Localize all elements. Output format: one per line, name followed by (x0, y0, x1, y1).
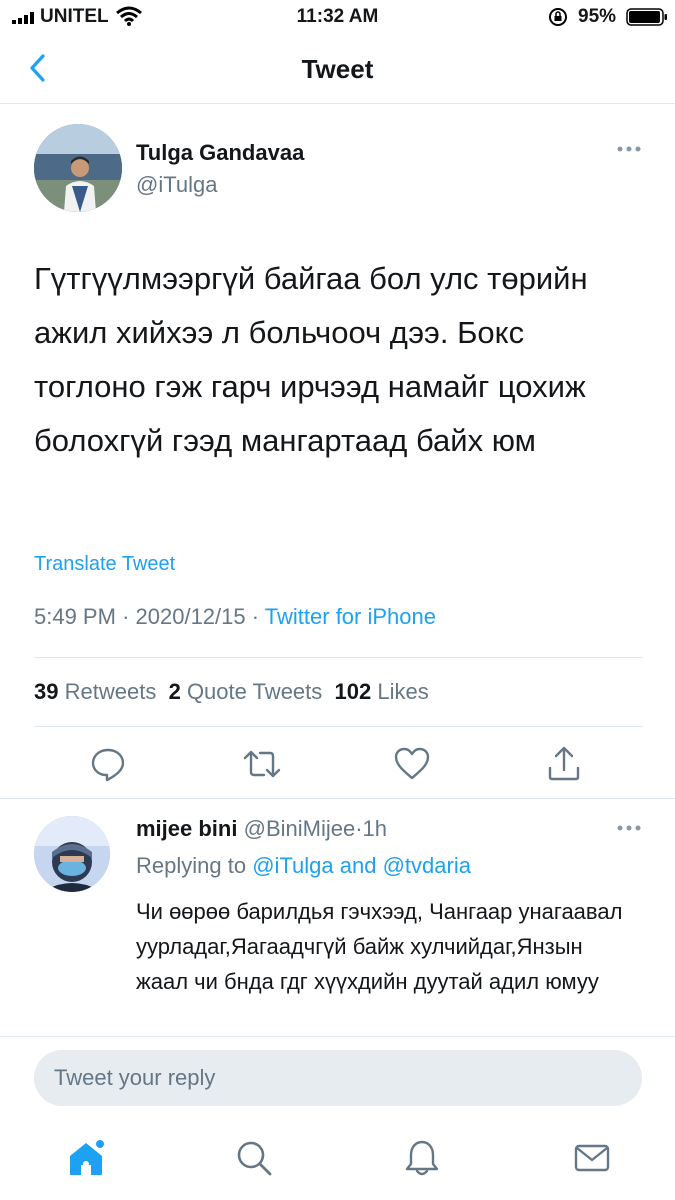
likes-label[interactable]: Likes (377, 679, 428, 704)
reply-author-name[interactable]: mijee bini (136, 816, 237, 841)
author-handle[interactable]: @iTulga (136, 172, 217, 198)
more-icon[interactable] (616, 821, 642, 835)
author-name[interactable]: Tulga Gandavaa (136, 140, 304, 166)
battery-percentage: 95% (578, 6, 617, 27)
tweet-text: Гүтгүүлмээргүй байгаа бол улс төрийн ажи… (34, 261, 588, 458)
status-time: 11:32 AM (296, 6, 379, 27)
avatar-image (34, 124, 122, 212)
reply-input-placeholder: Tweet your reply (54, 1065, 216, 1090)
reply-age: 1h (362, 816, 388, 841)
quotes-count[interactable]: 2 (169, 679, 181, 704)
tweet-meta: 5:49 PM · 2020/12/15 · Twitter for iPhon… (34, 604, 436, 630)
divider (0, 103, 675, 104)
share-icon[interactable] (544, 744, 584, 784)
reply-author-handle[interactable]: @BiniMijee (244, 816, 356, 841)
avatar-image (34, 816, 110, 892)
tweet-time: 5:49 PM (34, 604, 116, 629)
search-icon[interactable] (234, 1138, 274, 1178)
reply-header: mijee bini @BiniMijee·1h (136, 816, 387, 842)
divider (34, 657, 642, 658)
more-icon[interactable] (616, 142, 642, 156)
reply-avatar[interactable] (34, 816, 110, 892)
status-bar: UNITEL 11:32 AM 95% (0, 0, 675, 40)
tweet-stats: 39 Retweets 2 Quote Tweets 102 Likes (34, 679, 429, 705)
replying-to-link[interactable]: @iTulga and @tvdaria (252, 853, 471, 878)
notifications-icon[interactable] (402, 1138, 442, 1178)
lock-rotation-icon (549, 8, 567, 26)
translate-tweet-link[interactable]: Translate Tweet (34, 553, 175, 576)
meta-separator: · (251, 604, 260, 629)
reply-icon[interactable] (88, 744, 128, 784)
likes-count[interactable]: 102 (335, 679, 372, 704)
home-icon[interactable] (66, 1138, 106, 1178)
battery-icon (626, 8, 667, 26)
divider (0, 1036, 675, 1037)
tweet-source-link[interactable]: Twitter for iPhone (265, 604, 436, 629)
reply-input[interactable]: Tweet your reply (34, 1050, 642, 1106)
author-avatar[interactable] (34, 124, 122, 212)
like-icon[interactable] (392, 744, 432, 784)
retweet-icon[interactable] (242, 744, 282, 784)
divider (34, 726, 642, 727)
retweets-label[interactable]: Retweets (65, 679, 157, 704)
replying-to: Replying to @iTulga and @tvdaria (136, 853, 471, 879)
replying-prefix: Replying to (136, 853, 247, 878)
meta-separator: · (122, 604, 130, 629)
reply-text: Чи өөрөө барилдья гэчхээд, Чангаар унага… (136, 899, 623, 994)
quotes-label[interactable]: Quote Tweets (187, 679, 322, 704)
retweets-count[interactable]: 39 (34, 679, 58, 704)
page-title: Tweet (301, 54, 374, 84)
reply-separator: · (355, 816, 363, 841)
tweet-date: 2020/12/15 (135, 604, 246, 629)
messages-icon[interactable] (572, 1138, 612, 1178)
divider (0, 798, 675, 799)
